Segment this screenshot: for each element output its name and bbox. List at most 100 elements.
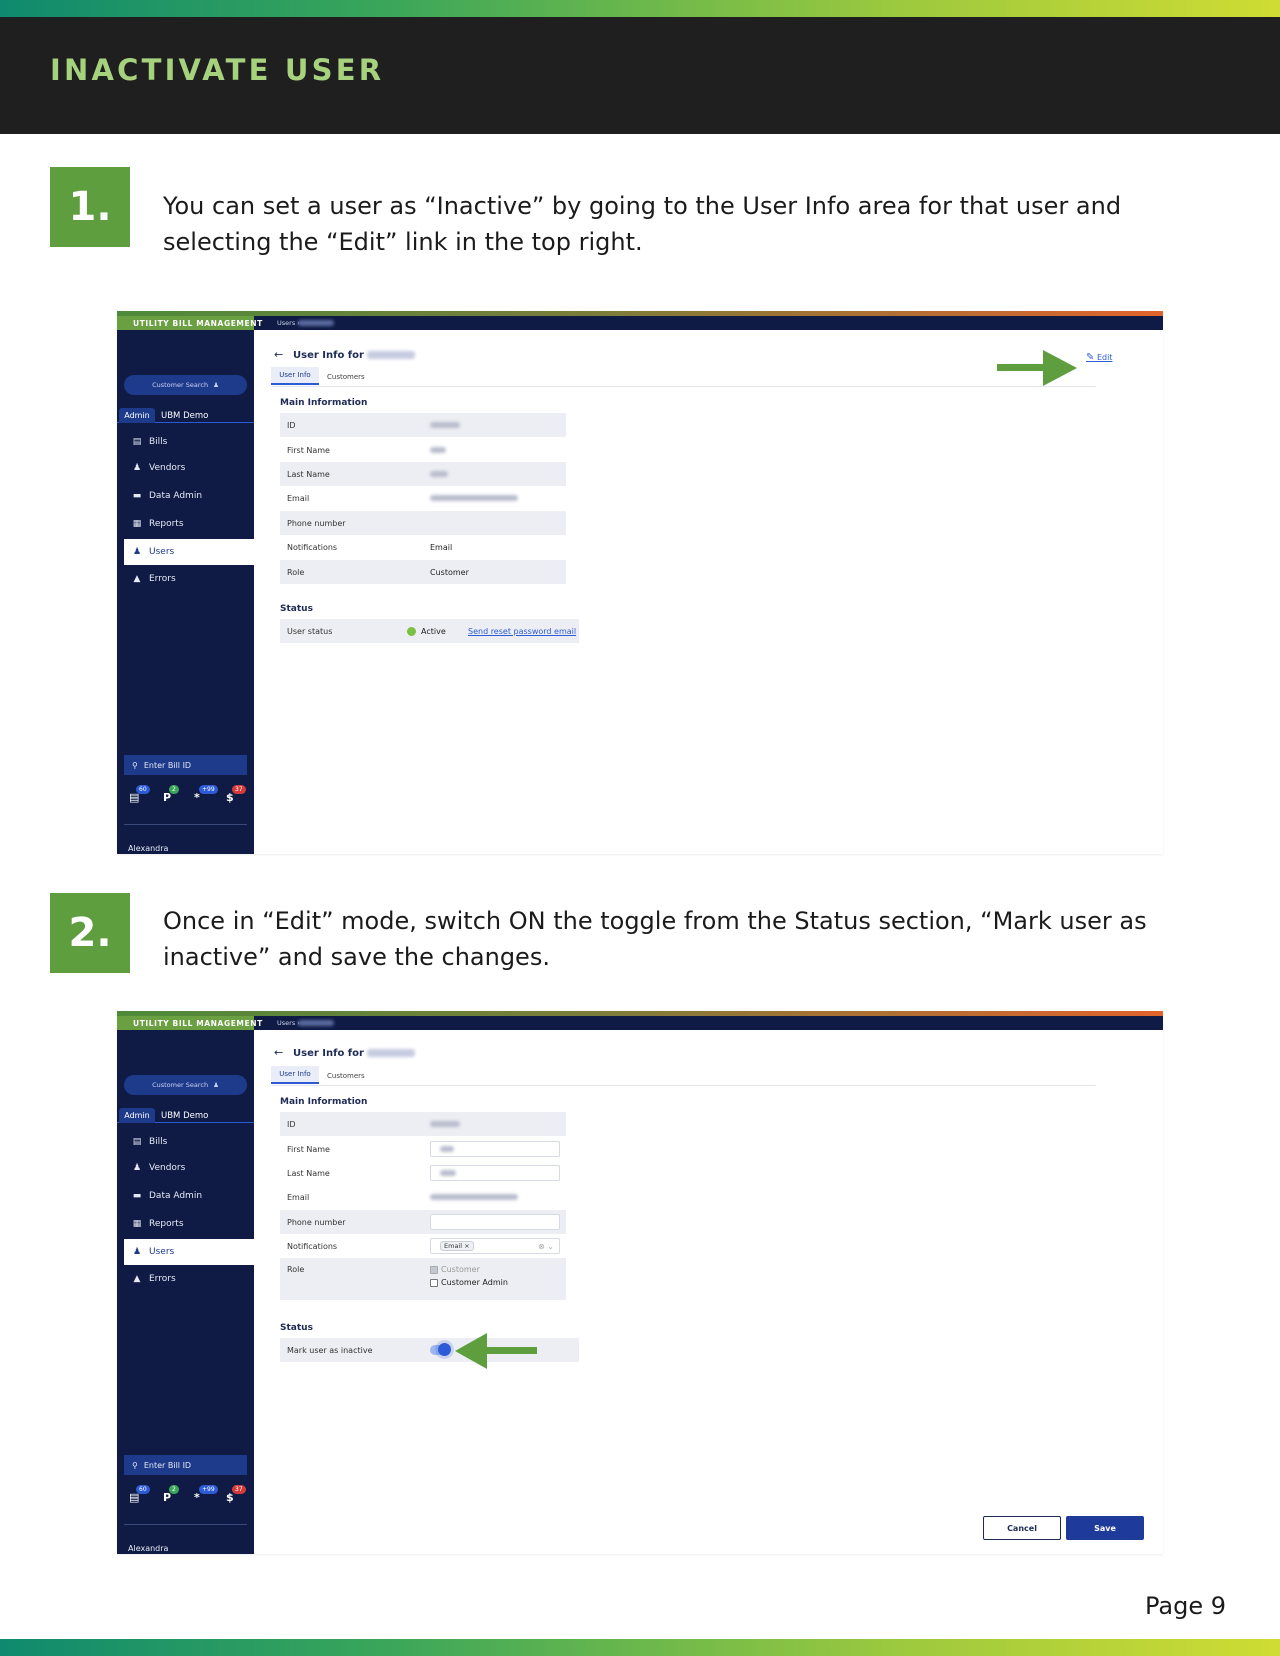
- arrow-right-icon: [997, 350, 1077, 386]
- field-row-last-name: Last Name: [280, 462, 566, 486]
- sidebar-item-errors[interactable]: ▲ Errors: [124, 566, 254, 592]
- status-value: Active: [421, 626, 446, 636]
- field-row-notifications: Notifications Email × ⊗ ⌄: [280, 1234, 566, 1258]
- screenshot-1: UTILITY BILL MANAGEMENT Users › Customer…: [117, 311, 1163, 854]
- sidebar-item-users[interactable]: ♟ Users: [124, 539, 254, 565]
- screenshot-2: UTILITY BILL MANAGEMENT Users › Customer…: [117, 1011, 1163, 1554]
- dollar-count-badge: 37: [232, 1485, 246, 1494]
- app-top-bar: [117, 316, 1163, 330]
- field-row-email: Email: [280, 1185, 566, 1209]
- pencil-icon: ✎: [1086, 352, 1095, 363]
- active-status-dot: [407, 626, 416, 636]
- field-row-phone: Phone number: [280, 1210, 566, 1234]
- sidebar-item-data-admin[interactable]: ▬ Data Admin: [124, 1183, 254, 1209]
- tab-user-info[interactable]: User Info: [271, 1066, 319, 1084]
- sidebar-tab-ubm-demo[interactable]: UBM Demo: [161, 408, 208, 423]
- mark-inactive-toggle[interactable]: [430, 1343, 451, 1356]
- report-icon: ▦: [132, 519, 142, 529]
- notifications-select[interactable]: Email × ⊗ ⌄: [430, 1238, 560, 1254]
- warning-icon: ▲: [133, 574, 141, 584]
- role-option-customer-admin[interactable]: Customer Admin: [430, 1278, 508, 1287]
- app-brand: UTILITY BILL MANAGEMENT: [117, 316, 262, 330]
- search-icon: ⚲: [132, 760, 138, 770]
- asterisk-icon[interactable]: *: [194, 1491, 200, 1504]
- step-2-text: Once in “Edit” mode, switch ON the toggl…: [163, 907, 1147, 971]
- clear-chevron-icon[interactable]: ⊗ ⌄: [538, 1242, 554, 1251]
- cancel-button[interactable]: Cancel: [983, 1516, 1061, 1540]
- send-reset-password-link[interactable]: Send reset password email: [468, 627, 576, 636]
- asterisk-count-badge: +99: [199, 785, 218, 794]
- back-arrow-icon[interactable]: ←: [274, 1046, 283, 1059]
- field-row-first-name: First Name: [280, 1137, 566, 1161]
- folder-icon: ▬: [132, 491, 142, 501]
- main-content: ← User Info for User Info Customers Main…: [254, 1030, 1163, 1554]
- sidebar-item-bills[interactable]: ▤ Bills: [124, 429, 254, 455]
- first-name-input[interactable]: [430, 1141, 560, 1157]
- tab-user-info[interactable]: User Info: [271, 367, 319, 385]
- badge-row: ▤ 60 P2 * +99 $37: [125, 785, 249, 805]
- user-name[interactable]: Alexandra: [128, 1544, 168, 1553]
- p-count-badge: 2: [169, 1485, 179, 1494]
- email-chip[interactable]: Email ×: [440, 1241, 474, 1251]
- document-icon: ▤: [132, 1137, 142, 1147]
- step-1-text: You can set a user as “Inactive” by goin…: [163, 192, 1122, 256]
- sidebar-item-users[interactable]: ♟ Users: [124, 1239, 254, 1265]
- document-icon: ▤: [132, 437, 142, 447]
- edit-link[interactable]: ✎ Edit: [1086, 352, 1112, 363]
- tab-customers[interactable]: Customers: [327, 1072, 365, 1080]
- dollar-icon[interactable]: $: [226, 1491, 234, 1504]
- field-row-phone: Phone number: [280, 511, 566, 535]
- status-heading: Status: [280, 1323, 313, 1333]
- asterisk-icon[interactable]: *: [194, 791, 200, 804]
- dollar-count-badge: 37: [232, 785, 246, 794]
- brand-logo-icon: [126, 320, 130, 326]
- checkbox-customer-admin[interactable]: [430, 1278, 438, 1287]
- field-row-id: ID: [280, 1112, 566, 1136]
- tab-customers[interactable]: Customers: [327, 373, 365, 381]
- user-search-icon: ♟: [213, 381, 219, 389]
- phone-number-input[interactable]: [430, 1214, 560, 1230]
- customer-search-button[interactable]: Customer Search ♟: [124, 1075, 247, 1095]
- checkbox-customer: [430, 1265, 438, 1274]
- bill-id-search[interactable]: ⚲ Enter Bill ID: [124, 1455, 247, 1475]
- step-1-badge: 1.: [50, 167, 130, 247]
- app-top-bar: [117, 1016, 1163, 1030]
- page-title: INACTIVATE USER: [50, 53, 385, 87]
- person-icon: ♟: [132, 463, 142, 473]
- field-row-first-name: First Name: [280, 438, 566, 462]
- sidebar-tab-ubm-demo[interactable]: UBM Demo: [161, 1108, 208, 1123]
- breadcrumb: Users ›: [277, 319, 300, 327]
- arrow-left-icon: [455, 1333, 537, 1369]
- sidebar-tab-admin[interactable]: Admin: [119, 1108, 155, 1123]
- user-search-icon: ♟: [213, 1081, 219, 1089]
- users-icon: ♟: [132, 1247, 142, 1257]
- document-page: INACTIVATE USER 1. You can set a user as…: [0, 0, 1280, 1656]
- save-button[interactable]: Save: [1066, 1516, 1144, 1540]
- report-icon: ▦: [132, 1219, 142, 1229]
- person-icon: ♟: [132, 1163, 142, 1173]
- breadcrumb: Users ›: [277, 1019, 300, 1027]
- user-info-title: User Info for: [293, 1048, 415, 1059]
- back-arrow-icon[interactable]: ←: [274, 348, 283, 361]
- sidebar-item-reports[interactable]: ▦ Reports: [124, 511, 254, 537]
- sidebar-tab-admin[interactable]: Admin: [119, 408, 155, 423]
- main-information-heading: Main Information: [280, 398, 368, 408]
- folder-icon: ▬: [132, 1191, 142, 1201]
- field-row-id: ID: [280, 413, 566, 437]
- sidebar-item-errors[interactable]: ▲ Errors: [124, 1266, 254, 1292]
- sidebar-item-bills[interactable]: ▤ Bills: [124, 1129, 254, 1155]
- customer-search-button[interactable]: Customer Search ♟: [124, 375, 247, 395]
- sidebar-item-reports[interactable]: ▦ Reports: [124, 1211, 254, 1237]
- bill-id-search[interactable]: ⚲ Enter Bill ID: [124, 755, 247, 775]
- sidebar-item-vendors[interactable]: ♟ Vendors: [124, 455, 254, 481]
- step-2-badge: 2.: [50, 893, 130, 973]
- user-name[interactable]: Alexandra: [128, 844, 168, 853]
- sidebar-item-data-admin[interactable]: ▬ Data Admin: [124, 483, 254, 509]
- sidebar: Customer Search ♟ Admin UBM Demo ▤ Bills ♟…: [117, 330, 254, 854]
- field-row-role: Role Customer Customer Admin: [280, 1258, 566, 1300]
- status-row: User status Active Send reset password ema…: [280, 619, 579, 643]
- dollar-icon[interactable]: $: [226, 791, 234, 804]
- sidebar-item-vendors[interactable]: ♟ Vendors: [124, 1155, 254, 1181]
- badge-row: ▤ 60 P2 * +99 $37: [125, 1485, 249, 1505]
- last-name-input[interactable]: [430, 1165, 560, 1181]
